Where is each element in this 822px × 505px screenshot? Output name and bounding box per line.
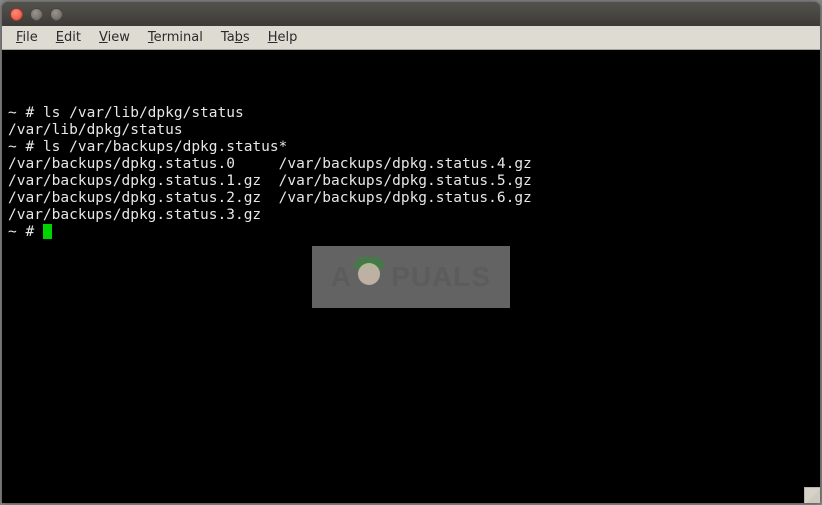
- terminal-line: /var/backups/dpkg.status.0 /var/backups/…: [8, 156, 814, 173]
- terminal-prompt-line[interactable]: ~ #: [8, 224, 814, 241]
- watermark-letter-a: A: [331, 268, 351, 285]
- resize-grip-icon[interactable]: [806, 489, 820, 503]
- terminal-line: /var/backups/dpkg.status.3.gz: [8, 207, 814, 224]
- close-icon[interactable]: [10, 8, 23, 21]
- menu-help[interactable]: Help: [260, 28, 306, 47]
- menu-edit[interactable]: Edit: [48, 28, 89, 47]
- maximize-icon[interactable]: [50, 8, 63, 21]
- terminal-window: File Edit View Terminal Tabs Help ~ # ls…: [2, 2, 820, 503]
- terminal-line: /var/lib/dpkg/status: [8, 122, 814, 139]
- menu-terminal[interactable]: Terminal: [140, 28, 211, 47]
- watermark-logo-icon: [349, 257, 389, 297]
- terminal-line: ~ # ls /var/backups/dpkg.status*: [8, 139, 814, 156]
- minimize-icon[interactable]: [30, 8, 43, 21]
- watermark-overlay: A PUALS: [312, 246, 510, 308]
- window-titlebar[interactable]: [2, 2, 820, 26]
- menu-tabs[interactable]: Tabs: [213, 28, 258, 47]
- terminal-output[interactable]: ~ # ls /var/lib/dpkg/status/var/lib/dpkg…: [2, 50, 820, 503]
- window-controls: [10, 8, 63, 21]
- terminal-cursor: [43, 224, 52, 239]
- terminal-line: /var/backups/dpkg.status.2.gz /var/backu…: [8, 190, 814, 207]
- terminal-prompt: ~ #: [8, 224, 43, 240]
- menu-file[interactable]: File: [8, 28, 46, 47]
- menu-view[interactable]: View: [91, 28, 138, 47]
- terminal-line: /var/backups/dpkg.status.1.gz /var/backu…: [8, 173, 814, 190]
- menu-bar: File Edit View Terminal Tabs Help: [2, 26, 820, 50]
- terminal-line: ~ # ls /var/lib/dpkg/status: [8, 105, 814, 122]
